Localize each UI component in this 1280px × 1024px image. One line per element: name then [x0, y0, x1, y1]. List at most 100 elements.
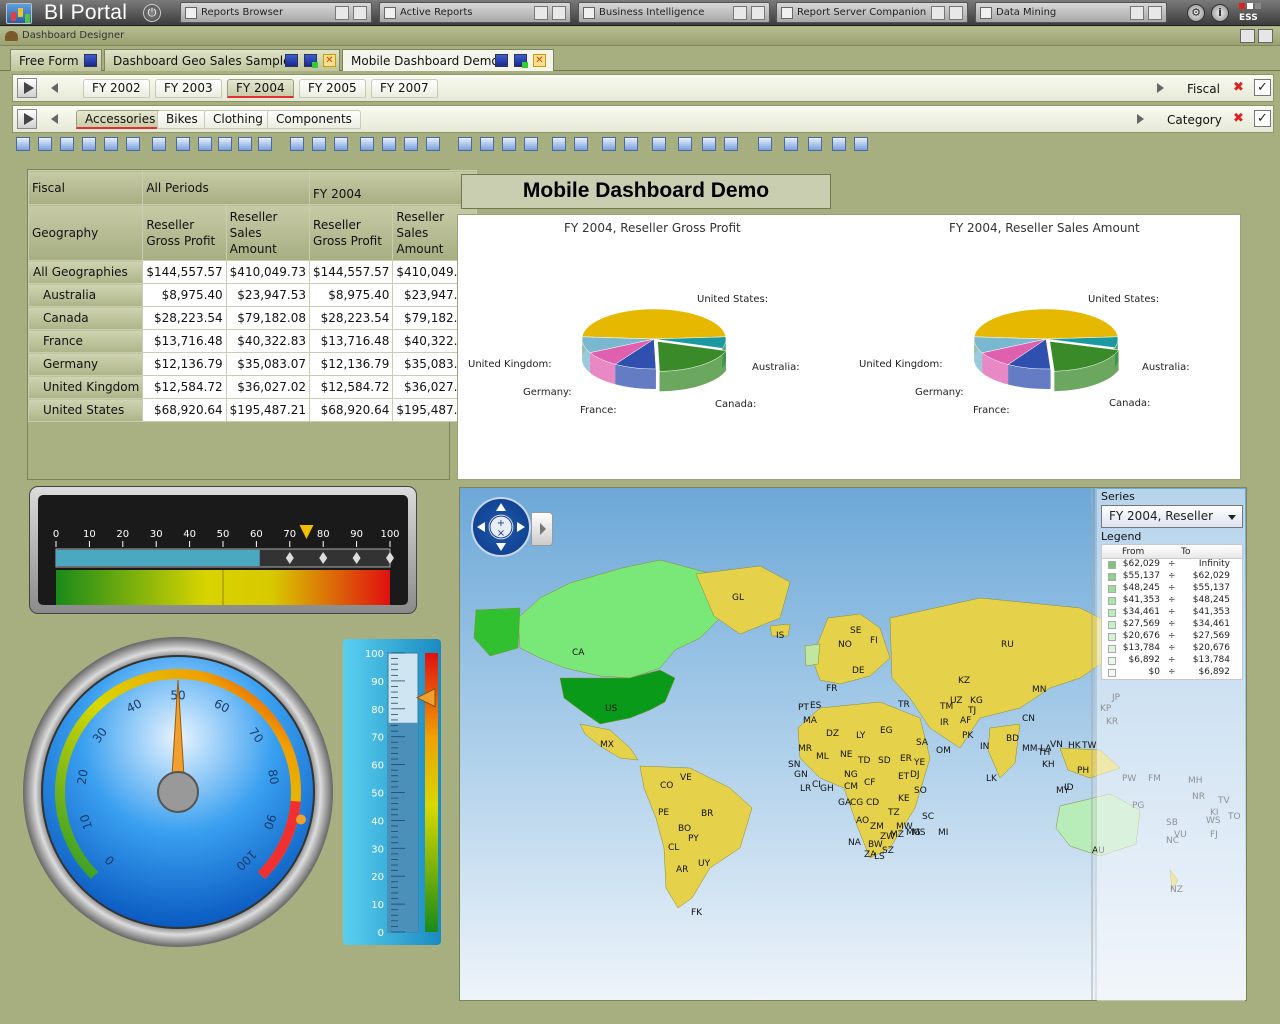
map-country-label[interactable]: CA [572, 648, 584, 658]
pivot-col-group-fy2004[interactable]: FY 2004 [309, 170, 477, 205]
play-icon[interactable] [17, 78, 37, 98]
toolbar-tool-icon[interactable] [218, 137, 232, 151]
map-country-label[interactable]: TD [858, 756, 870, 766]
series-dropdown[interactable]: FY 2004, Reseller [1101, 505, 1243, 528]
map-country-label[interactable]: SA [916, 738, 928, 748]
map-country-label[interactable]: FI [870, 636, 878, 646]
map-country-label[interactable]: NO [838, 640, 852, 650]
toolbar-tool-icon[interactable] [198, 137, 212, 151]
pin-icon[interactable] [534, 6, 548, 20]
toolbar-tool-icon[interactable] [16, 137, 30, 151]
settings-gear-icon[interactable]: ⚙ [1187, 4, 1205, 22]
next-arrow-icon[interactable] [1157, 83, 1164, 93]
map-country-label[interactable]: KH [1042, 760, 1055, 770]
map-country-label[interactable]: DE [852, 666, 865, 676]
category-item-bikes[interactable]: Bikes [157, 110, 207, 129]
restore-icon[interactable] [949, 6, 963, 20]
apply-filter-check-icon[interactable]: ✓ [1254, 110, 1271, 127]
map-country-label[interactable]: FR [826, 684, 837, 694]
map-country-label[interactable]: AR [676, 865, 688, 875]
fiscal-item-fy2002[interactable]: FY 2002 [83, 79, 150, 98]
toolbar-tool-icon[interactable] [382, 137, 396, 151]
previous-arrow-icon[interactable] [51, 114, 58, 124]
map-country-label[interactable]: UY [698, 859, 710, 869]
power-icon[interactable]: ⏻ [143, 4, 161, 22]
map-country-label[interactable]: VE [680, 773, 692, 783]
toolbar-tool-icon[interactable] [678, 137, 692, 151]
map-country-label[interactable]: PK [962, 731, 973, 741]
save-icon[interactable] [84, 54, 97, 67]
map-country-label[interactable]: TZ [888, 808, 900, 818]
map-country-label[interactable]: MY [1056, 786, 1069, 796]
map-country-label[interactable]: MA [803, 716, 817, 726]
toolbar-tool-icon[interactable] [784, 137, 798, 151]
save-icon[interactable] [495, 54, 508, 67]
toolbar-tool-icon[interactable] [808, 137, 822, 151]
map-country-label[interactable]: BW [868, 840, 883, 850]
restore-icon[interactable] [1258, 29, 1273, 43]
toolbar-tool-icon[interactable] [502, 137, 516, 151]
toolbar-tool-icon[interactable] [258, 137, 272, 151]
restore-icon[interactable] [751, 6, 765, 20]
save-icon[interactable] [285, 54, 298, 67]
toolbar-tool-icon[interactable] [312, 137, 326, 151]
map-country-label[interactable]: PT [798, 703, 809, 713]
fiscal-item-fy2003[interactable]: FY 2003 [155, 79, 222, 98]
map-country-label[interactable]: LK [986, 774, 997, 784]
map-country-label[interactable]: IR [940, 718, 949, 728]
map-country-label[interactable]: EG [880, 726, 893, 736]
save-as-icon[interactable] [304, 54, 318, 68]
map-country-label[interactable]: ML [816, 752, 829, 762]
fiscal-item-fy2005[interactable]: FY 2005 [299, 79, 366, 98]
toolbar-tool-icon[interactable] [82, 137, 96, 151]
map-country-label[interactable]: VN [1050, 740, 1063, 750]
next-arrow-icon[interactable] [1137, 114, 1144, 124]
category-item-clothing[interactable]: Clothing [204, 110, 272, 129]
map-country-label[interactable]: MW [896, 822, 913, 832]
map-country-label[interactable]: CN [1022, 714, 1035, 724]
map-country-label[interactable]: IN [980, 742, 989, 752]
map-country-label[interactable]: LA [1040, 744, 1051, 754]
toolbar-tool-icon[interactable] [524, 137, 538, 151]
map-country-label[interactable]: MX [600, 740, 614, 750]
map-country-label[interactable]: HK [1068, 741, 1081, 751]
restore-icon[interactable] [1148, 6, 1162, 20]
map-country-label[interactable]: YE [914, 758, 925, 768]
map-country-label[interactable]: MS [912, 828, 925, 838]
toolbar-tool-icon[interactable] [104, 137, 118, 151]
toolbar-tool-icon[interactable] [60, 137, 74, 151]
map-country-label[interactable]: NG [844, 770, 858, 780]
toolbar-tool-icon[interactable] [152, 137, 166, 151]
map-country-label[interactable]: ET [898, 772, 909, 782]
map-country-label[interactable]: DJ [910, 770, 920, 780]
map-country-label[interactable]: NA [848, 838, 861, 848]
restore-icon[interactable] [353, 6, 367, 20]
map-country-label[interactable]: BR [701, 809, 713, 819]
map-country-label[interactable]: CF [864, 778, 875, 788]
map-country-label[interactable]: AO [856, 816, 869, 826]
map-country-label[interactable]: SC [922, 812, 934, 822]
map-country-label[interactable]: KZ [958, 676, 970, 686]
map-country-label[interactable]: ES [810, 701, 821, 711]
toolbar-tool-icon[interactable] [602, 137, 616, 151]
doc-tab-free-form[interactable]: Free Form [10, 49, 102, 71]
map-navigation-control[interactable]: + × [471, 497, 531, 557]
map-country-label[interactable]: NE [840, 750, 852, 760]
map-country-label[interactable]: SO [914, 786, 927, 796]
save-as-icon[interactable] [514, 54, 528, 68]
map-country-label[interactable]: MR [798, 744, 812, 754]
doc-tab-mobile-dashboard[interactable]: Mobile Dashboard Demo ✕ [342, 49, 554, 71]
map-country-label[interactable]: MM [1022, 744, 1038, 754]
top-tab-reports-browser[interactable]: Reports Browser [180, 2, 372, 23]
map-country-label[interactable]: TR [898, 700, 910, 710]
close-icon[interactable]: ✕ [323, 54, 336, 67]
map-country-label[interactable]: CG [850, 798, 863, 808]
map-country-label[interactable]: KE [898, 794, 910, 804]
category-item-accessories[interactable]: Accessories [76, 110, 165, 129]
map-country-label[interactable]: CM [844, 782, 858, 792]
map-country-label[interactable]: GL [732, 593, 744, 603]
map-nav-expand-icon[interactable] [531, 512, 553, 546]
pin-icon[interactable] [335, 6, 349, 20]
toolbar-tool-icon[interactable] [360, 137, 374, 151]
pivot-row-header[interactable]: Canada [27, 306, 144, 330]
